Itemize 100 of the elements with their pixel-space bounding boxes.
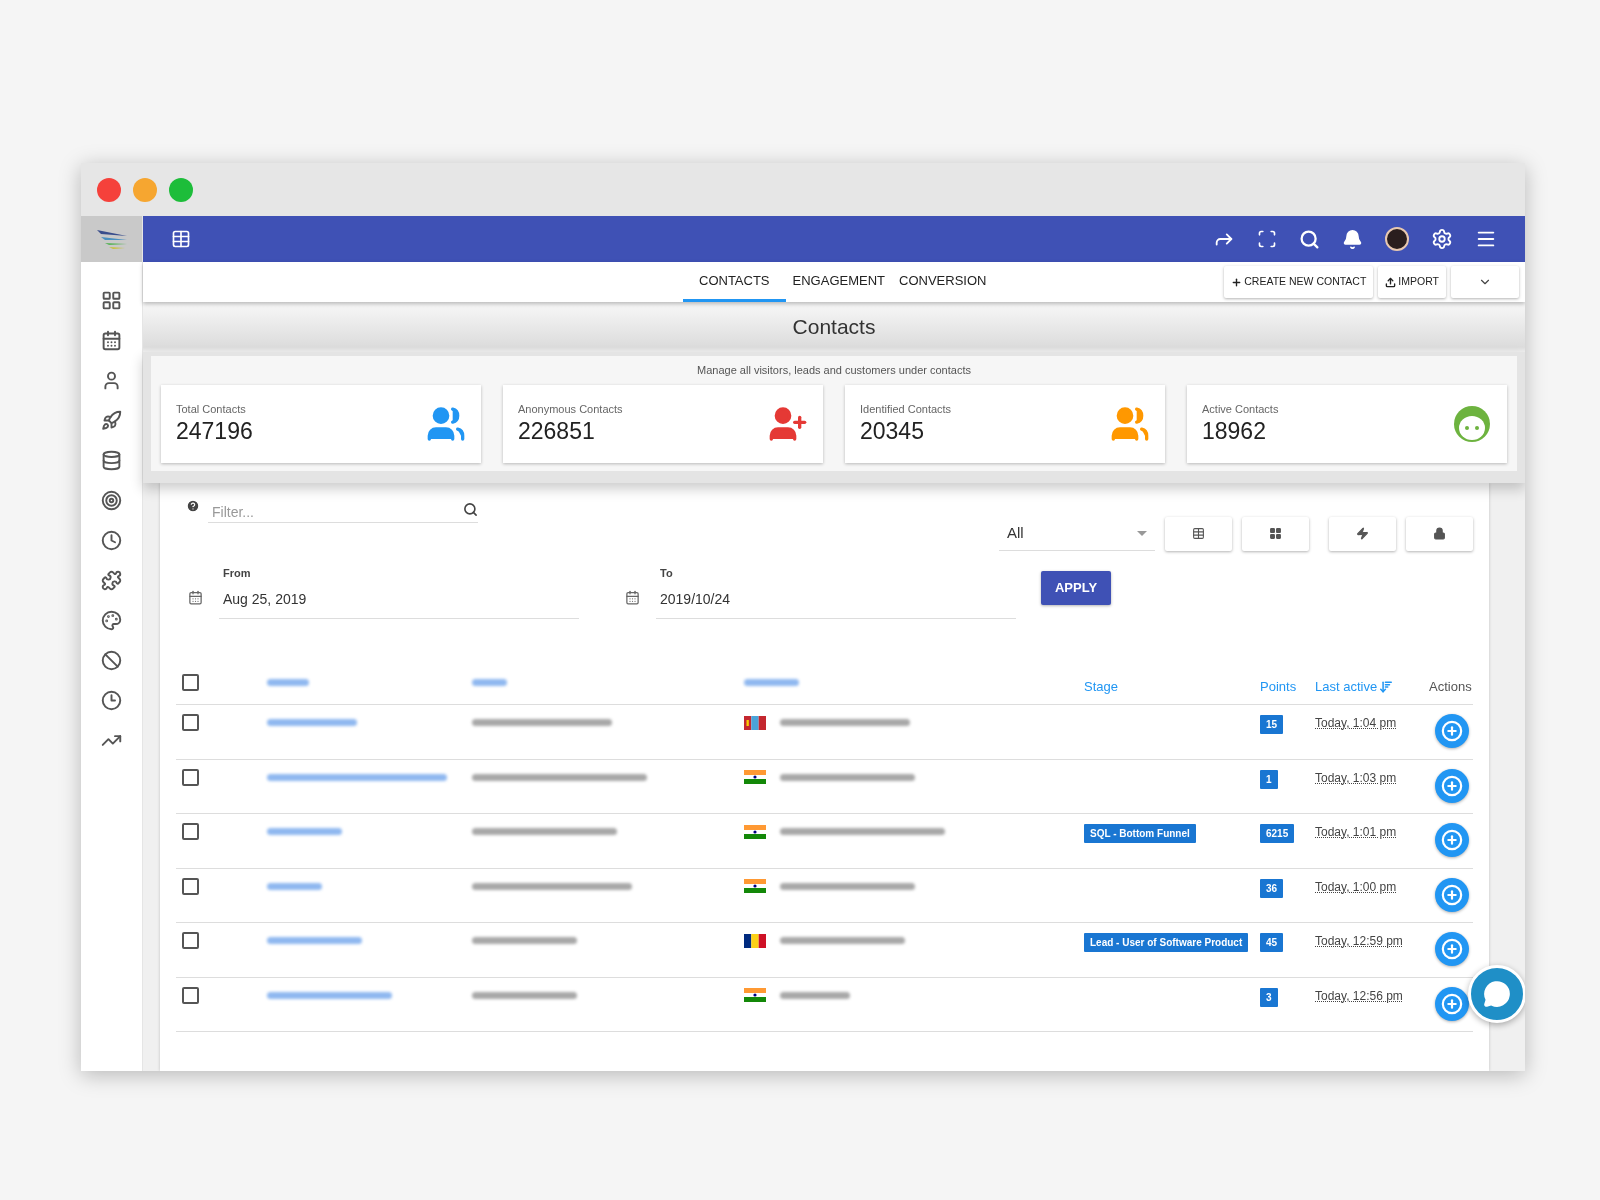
- add-action-button[interactable]: [1435, 986, 1469, 1021]
- ban-icon[interactable]: [101, 650, 122, 671]
- points-badge: 1: [1260, 769, 1278, 789]
- palette-icon[interactable]: [101, 610, 122, 631]
- plus-icon: [1231, 276, 1243, 288]
- date-label: From: [223, 565, 252, 581]
- puzzle-icon[interactable]: [101, 570, 122, 591]
- last-active-time: Today, 1:03 pm: [1315, 769, 1398, 787]
- toolbar-button[interactable]: [1406, 516, 1473, 551]
- stat-value: 18962: [1202, 417, 1267, 447]
- segment-select[interactable]: All: [999, 516, 1155, 551]
- column-header: Actions: [1429, 677, 1472, 696]
- points-badge: 15: [1260, 715, 1284, 734]
- blurred-text: [744, 679, 799, 686]
- plus-circle-icon: [1441, 829, 1463, 851]
- checkbox[interactable]: [182, 877, 199, 895]
- fullscreen-icon[interactable]: [1257, 229, 1277, 249]
- table-view-icon: [1192, 527, 1205, 540]
- stat-value: 226851: [518, 417, 596, 447]
- stage-badge: Lead - User of Software Product: [1084, 933, 1249, 952]
- stat-label: Active Contacts: [1202, 401, 1279, 417]
- sort-icon[interactable]: [1379, 679, 1394, 694]
- dashboard-icon[interactable]: [101, 290, 122, 311]
- window-control[interactable]: [97, 177, 121, 202]
- last-active-time: Today, 1:04 pm: [1315, 715, 1398, 732]
- page-title: Contacts: [792, 314, 876, 341]
- lock-icon: [1433, 527, 1446, 540]
- user-icon[interactable]: [101, 370, 122, 391]
- clock-icon[interactable]: [101, 530, 122, 551]
- blurred-text: [267, 679, 309, 686]
- points-badge: 36: [1260, 878, 1284, 898]
- last-active-time: Today, 1:01 pm: [1315, 824, 1398, 841]
- flag-icon: [744, 715, 766, 730]
- last-active-time: Today, 1:00 pm: [1315, 878, 1398, 896]
- checkbox[interactable]: [182, 986, 199, 1004]
- checkbox[interactable]: [182, 768, 199, 786]
- stat-label: Anonymous Contacts: [518, 401, 623, 417]
- stat-value: 20345: [860, 417, 925, 447]
- plus-circle-icon: [1441, 883, 1463, 906]
- points-badge: 3: [1260, 987, 1278, 1007]
- plus-circle-icon: [1441, 938, 1463, 960]
- add-action-button[interactable]: [1435, 877, 1469, 912]
- user-avatar[interactable]: [1385, 227, 1409, 251]
- date-value: Aug 25, 2019: [223, 590, 308, 609]
- points-badge: 45: [1260, 933, 1284, 952]
- date-label: To: [660, 565, 674, 581]
- page-subtitle: Manage all visitors, leads and customers under contacts: [697, 363, 971, 378]
- checkbox[interactable]: [182, 932, 199, 949]
- dropdown-arrow-icon: [1137, 530, 1147, 536]
- stat-value: 247196: [176, 417, 253, 447]
- calendar-icon[interactable]: [101, 330, 122, 351]
- grid-view-icon: [1269, 527, 1282, 540]
- clock-icon[interactable]: [101, 690, 122, 711]
- tab[interactable]: ENGAGEMENT: [785, 262, 892, 302]
- rocket-icon[interactable]: [101, 410, 122, 431]
- date-field[interactable]: To 2019/10/24: [656, 564, 1016, 619]
- search-icon[interactable]: [1299, 228, 1320, 250]
- checkbox[interactable]: [182, 714, 199, 731]
- add-action-button[interactable]: [1435, 823, 1469, 857]
- notifications-icon[interactable]: [1342, 228, 1363, 250]
- plus-circle-icon: [1441, 720, 1463, 742]
- toolbar-button[interactable]: [1165, 516, 1232, 551]
- toolbar-button[interactable]: [1329, 516, 1396, 551]
- add-action-button[interactable]: [1435, 714, 1469, 748]
- last-active-time: Today, 12:56 pm: [1315, 987, 1404, 1005]
- checkbox[interactable]: [182, 674, 199, 691]
- tab[interactable]: CONVERSION: [892, 262, 994, 302]
- search-icon[interactable]: [463, 501, 478, 517]
- database-icon[interactable]: [101, 450, 122, 471]
- blurred-text: [472, 679, 507, 686]
- apps-icon[interactable]: [171, 229, 191, 249]
- stat-label: Total Contacts: [176, 401, 247, 417]
- plus-circle-icon: [1441, 774, 1463, 797]
- add-action-button[interactable]: [1435, 768, 1469, 803]
- calendar-icon[interactable]: [625, 590, 640, 605]
- stage-badge: SQL - Bottom Funnel: [1084, 824, 1196, 843]
- flag-icon: [744, 770, 766, 784]
- date-value: 2019/10/24: [660, 590, 732, 609]
- help-icon[interactable]: [186, 498, 200, 513]
- settings-icon[interactable]: [1431, 228, 1453, 250]
- flag-icon: [744, 933, 766, 948]
- apply-button[interactable]: APPLY: [1041, 570, 1111, 605]
- stat-label: Identified Contacts: [860, 401, 952, 417]
- flag-icon: [744, 824, 766, 839]
- checkbox[interactable]: [182, 823, 199, 840]
- blurred-text: [267, 882, 322, 890]
- import-button[interactable]: IMPORT: [1378, 266, 1446, 298]
- upload-icon: [1385, 276, 1397, 288]
- add-action-button[interactable]: [1435, 932, 1469, 966]
- create-contact-button[interactable]: CREATE NEW CONTACT: [1224, 266, 1374, 298]
- blurred-text: [780, 991, 850, 999]
- toolbar-button[interactable]: [1242, 516, 1309, 551]
- plus-circle-icon: [1441, 992, 1463, 1015]
- date-field[interactable]: From Aug 25, 2019: [219, 564, 579, 619]
- points-badge: 6215: [1260, 824, 1295, 843]
- calendar-icon[interactable]: [188, 590, 203, 605]
- chat-icon: [1483, 980, 1511, 1008]
- last-active-time: Today, 12:59 pm: [1315, 933, 1404, 950]
- target-icon[interactable]: [101, 490, 122, 511]
- flag-icon: [744, 988, 766, 1002]
